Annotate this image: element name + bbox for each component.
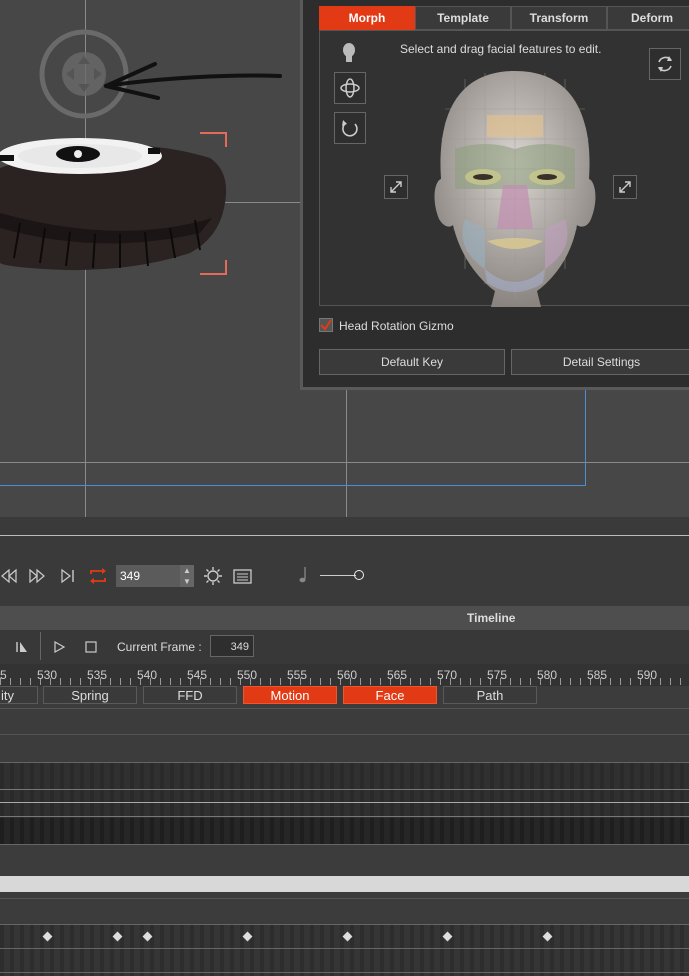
- step-down-icon[interactable]: ▼: [180, 576, 194, 587]
- frame-input[interactable]: [116, 565, 180, 587]
- ruler-tick: 540: [137, 668, 158, 682]
- face-key-lane[interactable]: [0, 924, 689, 976]
- stop-icon[interactable]: [84, 640, 98, 654]
- sun-icon[interactable]: [203, 566, 223, 586]
- tab-transform[interactable]: Transform: [511, 6, 607, 30]
- current-frame-field[interactable]: 349: [210, 635, 254, 657]
- next-frame-icon[interactable]: [60, 568, 76, 584]
- ruler-tick: 545: [187, 668, 208, 682]
- ruler-tick: 530: [37, 668, 58, 682]
- face-edit-area[interactable]: Select and drag facial features to edit.: [319, 30, 689, 307]
- head-rotation-gizmo-label: Head Rotation Gizmo: [339, 319, 454, 333]
- timeline-ruler[interactable]: 5 530 535 540 545 550 555 560 565 570 57…: [0, 664, 689, 686]
- head-rotation-gizmo-checkbox[interactable]: [319, 318, 333, 332]
- fast-forward-icon[interactable]: [28, 568, 46, 584]
- lane-line: [0, 924, 689, 925]
- checkmark-icon: [320, 319, 332, 331]
- reset-rotation-button[interactable]: [334, 112, 366, 144]
- ruler-tick: 580: [537, 668, 558, 682]
- track-tab-ffd[interactable]: FFD: [143, 686, 237, 704]
- track-tab-spring[interactable]: Spring: [43, 686, 137, 704]
- divider: [0, 535, 689, 536]
- orbit-icon: [340, 78, 360, 98]
- rewind-icon[interactable]: [0, 568, 18, 584]
- loop-icon[interactable]: [88, 567, 108, 585]
- expand-right-button[interactable]: [613, 175, 637, 199]
- ruler-tick: 590: [637, 668, 658, 682]
- ruler-tick: 560: [337, 668, 358, 682]
- lane-line: [0, 816, 689, 817]
- detail-settings-button[interactable]: Detail Settings: [511, 349, 689, 375]
- ruler-tick: 535: [87, 668, 108, 682]
- ruler-tick: 570: [437, 668, 458, 682]
- panel-icon[interactable]: [233, 569, 253, 585]
- lane-line: [0, 762, 689, 763]
- annotation-arrow-icon: [104, 62, 282, 100]
- lane-line: [0, 972, 689, 973]
- ruler-tick: 555: [287, 668, 308, 682]
- tab-template[interactable]: Template: [415, 6, 511, 30]
- track-tab-face[interactable]: Face: [343, 686, 437, 704]
- orbit-button[interactable]: [334, 72, 366, 104]
- track-divider: [0, 708, 689, 709]
- face-morph-panel: Morph Template Transform Deform Select a…: [300, 0, 689, 390]
- timeline-header: Timeline: [0, 606, 689, 630]
- track-tab-gravity[interactable]: ity: [0, 686, 38, 704]
- tab-morph[interactable]: Morph: [319, 6, 415, 30]
- track-lane[interactable]: [0, 818, 689, 844]
- track-divider: [0, 844, 689, 845]
- track-divider: [0, 734, 689, 735]
- play-icon[interactable]: [52, 640, 66, 654]
- head-model[interactable]: [425, 69, 605, 307]
- lane-line: [0, 802, 689, 803]
- selection-bracket-icon: [200, 132, 227, 275]
- ruler-tick: 575: [487, 668, 508, 682]
- step-up-icon[interactable]: ▲: [180, 565, 194, 576]
- track-tab-path[interactable]: Path: [443, 686, 537, 704]
- track-lane-group[interactable]: [0, 762, 689, 844]
- lane-line: [0, 948, 689, 949]
- rotate-icon: [342, 120, 358, 137]
- current-frame-label: Current Frame :: [117, 640, 202, 654]
- key-step-icon[interactable]: [14, 640, 30, 654]
- playback-bar: [0, 517, 689, 605]
- selection-frame: [0, 390, 586, 486]
- timeline-toolbar: Current Frame : 349: [0, 630, 689, 665]
- lane-line: [0, 789, 689, 790]
- default-key-button[interactable]: Default Key: [319, 349, 505, 375]
- expand-left-button[interactable]: [384, 175, 408, 199]
- tab-deform[interactable]: Deform: [607, 6, 689, 30]
- expand-icon: [390, 181, 402, 193]
- ruler-tick: 550: [237, 668, 258, 682]
- volume-slider-handle[interactable]: [354, 570, 364, 580]
- sync-icon: [658, 56, 672, 72]
- expand-icon: [619, 181, 631, 193]
- frame-stepper[interactable]: ▲ ▼: [180, 565, 194, 587]
- ruler-tick: 585: [587, 668, 608, 682]
- track-tab-motion[interactable]: Motion: [243, 686, 337, 704]
- ruler-tick: 5: [0, 668, 7, 682]
- toolbar-divider: [40, 632, 41, 660]
- track-divider: [0, 898, 689, 899]
- ruler-tick: 565: [387, 668, 408, 682]
- head-icon[interactable]: [342, 43, 356, 63]
- sync-button[interactable]: [649, 48, 681, 80]
- volume-track[interactable]: [320, 575, 356, 576]
- music-note-icon: [299, 567, 306, 583]
- timeline-scrollbar[interactable]: [0, 876, 689, 892]
- instruction-text: Select and drag facial features to edit.: [400, 42, 602, 56]
- timeline-title: Timeline: [467, 611, 516, 625]
